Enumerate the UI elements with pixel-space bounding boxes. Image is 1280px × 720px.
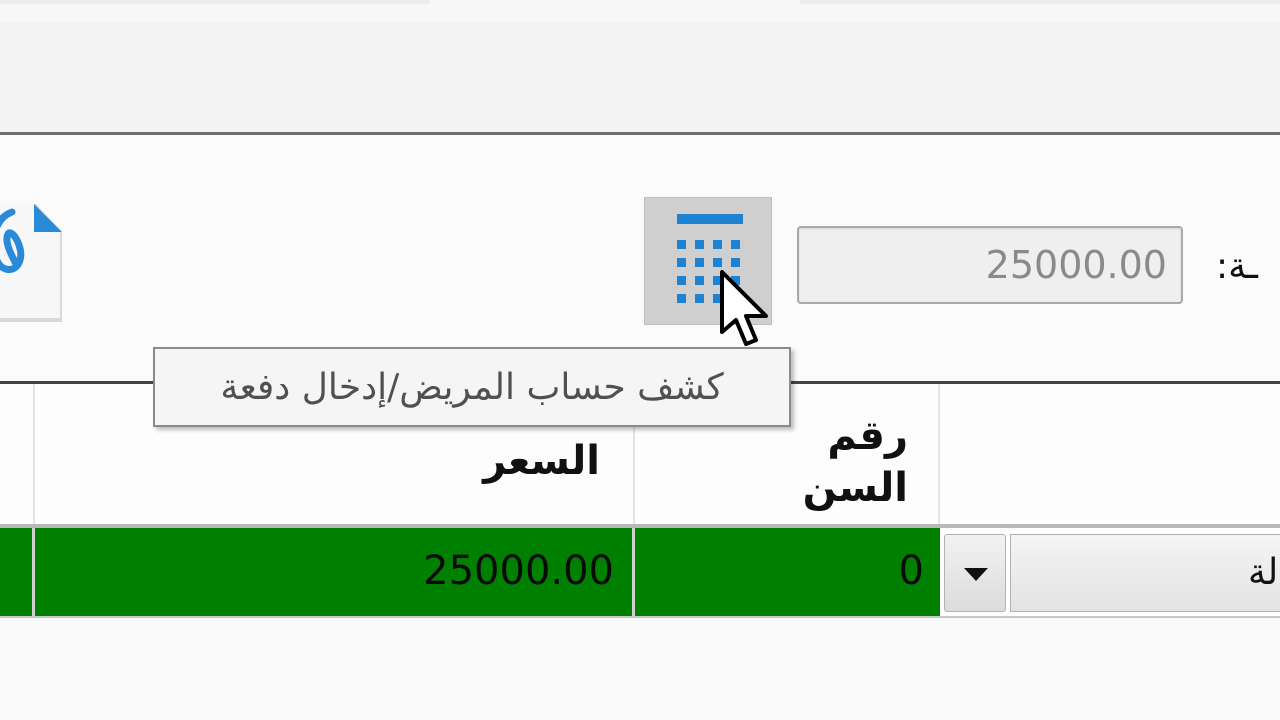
top-strip-segment <box>800 0 1280 4</box>
table-cell-tooth-number[interactable]: 0 <box>800 548 924 594</box>
attachment-icon <box>0 204 62 322</box>
table-cell-price[interactable]: 25000.00 <box>300 548 614 594</box>
empty-table-area <box>0 618 1280 720</box>
cell-separator <box>632 528 635 616</box>
column-separator <box>938 384 940 526</box>
dropdown-button[interactable] <box>944 534 1006 612</box>
column-header-price[interactable]: السعر <box>420 438 600 484</box>
top-strip <box>0 0 1280 22</box>
dropdown-select[interactable] <box>1010 534 1280 612</box>
column-separator <box>33 384 35 526</box>
attachment-button[interactable] <box>0 198 64 324</box>
mouse-cursor-icon <box>720 270 768 346</box>
cell-separator <box>32 528 35 616</box>
dropdown-value: لة <box>1248 552 1279 593</box>
amount-input[interactable] <box>797 226 1183 304</box>
amount-label: ـة: <box>1216 246 1258 287</box>
app-window: ـة: السعر رقم السن 25000.00 0 <box>0 0 1280 720</box>
tooltip: كشف حساب المريض/إدخال دفعة <box>153 347 791 427</box>
upper-panel <box>0 22 1280 132</box>
top-strip-segment <box>0 0 430 4</box>
chevron-down-icon <box>964 568 988 581</box>
